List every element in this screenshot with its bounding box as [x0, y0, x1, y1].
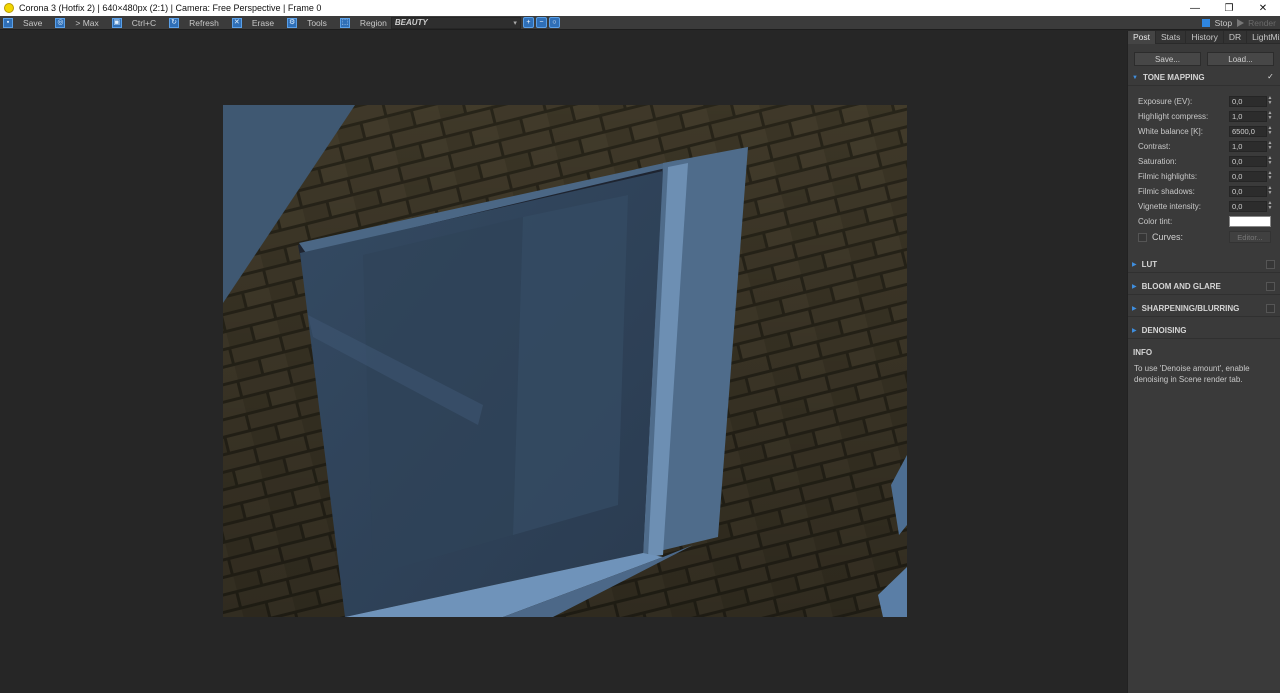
curves-editor-button: Editor...: [1229, 231, 1271, 243]
exposure-field[interactable]: 0,0: [1229, 96, 1267, 107]
panel-tabs: Post Stats History DR LightMix: [1128, 31, 1280, 44]
stop-icon[interactable]: [1201, 19, 1210, 27]
spinner-icon[interactable]: ▲ ▼: [1267, 186, 1273, 197]
section-denoising[interactable]: ▶ DENOISING: [1128, 323, 1280, 339]
tab-stats[interactable]: Stats: [1156, 31, 1187, 44]
tab-post[interactable]: Post: [1128, 31, 1157, 44]
tone-mapping-checkbox[interactable]: ✓: [1266, 73, 1275, 82]
highlight-compress-field[interactable]: 1,0: [1229, 111, 1267, 122]
play-icon: [1237, 19, 1245, 27]
section-bloom-glare[interactable]: ▶ BLOOM AND GLARE: [1128, 279, 1280, 295]
param-curves: Curves: Editor...: [1128, 229, 1280, 245]
preset-buttons: Save... Load...: [1128, 44, 1280, 66]
param-white-balance: White balance [K]: 6500,0 ▲ ▼: [1138, 125, 1273, 137]
corona-logo-icon: [4, 3, 14, 13]
save-button[interactable]: ▪ Save: [0, 16, 52, 30]
curves-checkbox[interactable]: [1138, 232, 1147, 242]
expand-right-icon: ▶: [1132, 262, 1137, 268]
window-controls: — ❐ ✕: [1178, 0, 1280, 16]
param-filmic-shadows: Filmic shadows: 0,0 ▲ ▼: [1138, 185, 1273, 197]
filmic-highlights-field[interactable]: 0,0: [1229, 171, 1267, 182]
render-button: Render: [1248, 18, 1276, 28]
chevron-down-icon: ▾: [513, 19, 517, 27]
close-icon[interactable]: ✕: [1246, 0, 1280, 16]
save-icon: ▪: [3, 17, 13, 28]
expand-down-icon: ▼: [1132, 74, 1138, 81]
spinner-icon[interactable]: ▲ ▼: [1267, 171, 1273, 182]
render-scene: [223, 105, 907, 617]
title-bar: Corona 3 (Hotfix 2) | 640×480px (2:1) | …: [0, 0, 1280, 16]
tab-lightmix[interactable]: LightMix: [1247, 31, 1280, 44]
filmic-shadows-field[interactable]: 0,0: [1229, 186, 1267, 197]
spinner-icon[interactable]: ▲ ▼: [1267, 96, 1273, 107]
vignette-field[interactable]: 0,0: [1229, 201, 1267, 212]
gear-icon: ⚙: [287, 17, 298, 28]
info-heading: INFO: [1133, 347, 1153, 357]
zoom-fit-icon[interactable]: ○: [548, 17, 560, 28]
param-contrast: Contrast: 1,0 ▲ ▼: [1138, 140, 1273, 152]
rendered-image: [223, 105, 907, 617]
section-sharpening[interactable]: ▶ SHARPENING/BLURRING: [1128, 301, 1280, 317]
section-tone-mapping[interactable]: ▼ TONE MAPPING ✓: [1128, 70, 1280, 86]
param-vignette: Vignette intensity: 0,0 ▲ ▼: [1138, 200, 1273, 212]
info-text: To use 'Denoise amount', enable denoisin…: [1134, 364, 1250, 384]
color-tint-swatch[interactable]: [1229, 216, 1271, 227]
copy-button[interactable]: ▣ Ctrl+C: [109, 16, 166, 30]
load-preset-button[interactable]: Load...: [1207, 52, 1274, 66]
lut-checkbox[interactable]: [1266, 260, 1275, 269]
region-icon: ⬚: [339, 17, 350, 28]
erase-icon: ✕: [231, 17, 242, 28]
param-exposure: Exposure (EV): 0,0 ▲ ▼: [1138, 95, 1273, 107]
copy-icon: ▣: [111, 17, 122, 28]
spinner-icon[interactable]: ▲ ▼: [1267, 156, 1273, 167]
sharpening-checkbox[interactable]: [1266, 304, 1275, 313]
param-saturation: Saturation: 0,0 ▲ ▼: [1138, 155, 1273, 167]
spinner-icon[interactable]: ▲ ▼: [1267, 111, 1273, 122]
param-filmic-highlights: Filmic highlights: 0,0 ▲ ▼: [1138, 170, 1273, 182]
save-preset-button[interactable]: Save...: [1134, 52, 1201, 66]
expand-right-icon: ▶: [1132, 328, 1137, 334]
max-icon: ◎: [55, 17, 66, 28]
spinner-icon[interactable]: ▲ ▼: [1267, 126, 1273, 137]
erase-button[interactable]: ✕ Erase: [229, 16, 284, 30]
tab-dr[interactable]: DR: [1224, 31, 1248, 44]
render-pass-dropdown[interactable]: BEAUTY ▾: [390, 16, 521, 29]
spinner-icon[interactable]: ▲ ▼: [1267, 201, 1273, 212]
param-color-tint: Color tint:: [1128, 214, 1280, 229]
refresh-icon: ↻: [169, 17, 180, 28]
tab-history[interactable]: History: [1186, 31, 1224, 44]
region-button[interactable]: ⬚ Region: [337, 16, 389, 30]
vfb-toolbar: ▪ Save ◎ > Max ▣ Ctrl+C ↻ Refresh ✕ Eras…: [0, 16, 1280, 30]
stop-button[interactable]: Stop: [1215, 18, 1233, 28]
zoom-in-icon[interactable]: +: [522, 17, 534, 28]
spinner-icon[interactable]: ▲ ▼: [1267, 141, 1273, 152]
white-balance-field[interactable]: 6500,0: [1229, 126, 1267, 137]
window-title: Corona 3 (Hotfix 2) | 640×480px (2:1) | …: [19, 3, 322, 13]
expand-right-icon: ▶: [1132, 306, 1137, 312]
zoom-out-icon[interactable]: −: [535, 17, 547, 28]
minimize-icon[interactable]: —: [1178, 0, 1212, 16]
render-viewport[interactable]: [0, 31, 1127, 693]
send-to-max-button[interactable]: ◎ > Max: [52, 16, 108, 30]
refresh-button[interactable]: ↻ Refresh: [166, 16, 229, 30]
maximize-icon[interactable]: ❐: [1212, 0, 1246, 16]
post-panel: Post Stats History DR LightMix Save... L…: [1127, 31, 1280, 693]
render-controls: Stop Render: [1201, 16, 1280, 30]
saturation-field[interactable]: 0,0: [1229, 156, 1267, 167]
contrast-field[interactable]: 1,0: [1229, 141, 1267, 152]
tone-mapping-body: Exposure (EV): 0,0 ▲ ▼ Highlight compress…: [1128, 86, 1280, 245]
expand-right-icon: ▶: [1132, 284, 1137, 290]
bloom-checkbox[interactable]: [1266, 282, 1275, 291]
tools-button[interactable]: ⚙ Tools: [284, 16, 337, 30]
section-lut[interactable]: ▶ LUT: [1128, 257, 1280, 273]
param-highlight-compress: Highlight compress: 1,0 ▲ ▼: [1138, 110, 1273, 122]
